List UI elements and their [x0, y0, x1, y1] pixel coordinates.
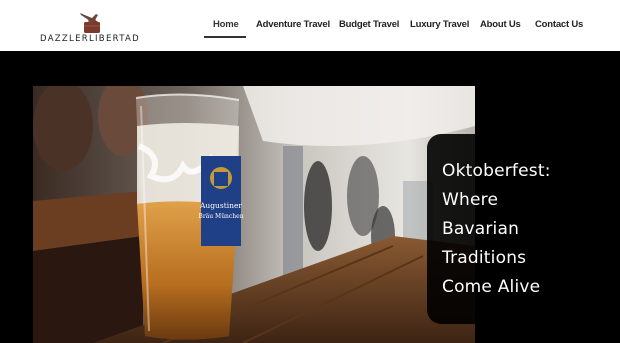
- active-nav-indicator: [204, 36, 246, 38]
- hero-image: Augustiner Bräu München: [33, 86, 475, 343]
- nav-budget-travel[interactable]: Budget Travel: [339, 19, 399, 30]
- nav-contact-us[interactable]: Contact Us: [535, 19, 583, 30]
- caption-line-2: Where: [442, 190, 499, 210]
- nav-adventure-travel[interactable]: Adventure Travel: [256, 19, 330, 30]
- nav-luxury-travel[interactable]: Luxury Travel: [410, 19, 469, 30]
- hero-caption-card: Oktoberfest: Where Bavarian Traditions C…: [427, 134, 620, 324]
- nav-home[interactable]: Home: [213, 19, 239, 30]
- glass-label-line-1: Augustiner: [199, 201, 242, 210]
- caption-line-3: Bavarian: [442, 219, 520, 239]
- beer-garden-photo: Augustiner Bräu München: [33, 86, 475, 343]
- nav-about-us[interactable]: About Us: [480, 19, 521, 30]
- caption-line-4: Traditions: [442, 248, 527, 268]
- caption-line-5: Come Alive: [442, 277, 541, 297]
- main-nav: Home Adventure Travel Budget Travel Luxu…: [0, 0, 620, 51]
- caption-line-1: Oktoberfest:: [442, 161, 551, 181]
- glass-label-line-2: Bräu München: [198, 213, 243, 220]
- site-header: DAZZLERLIBERTAD Home Adventure Travel Bu…: [0, 0, 620, 51]
